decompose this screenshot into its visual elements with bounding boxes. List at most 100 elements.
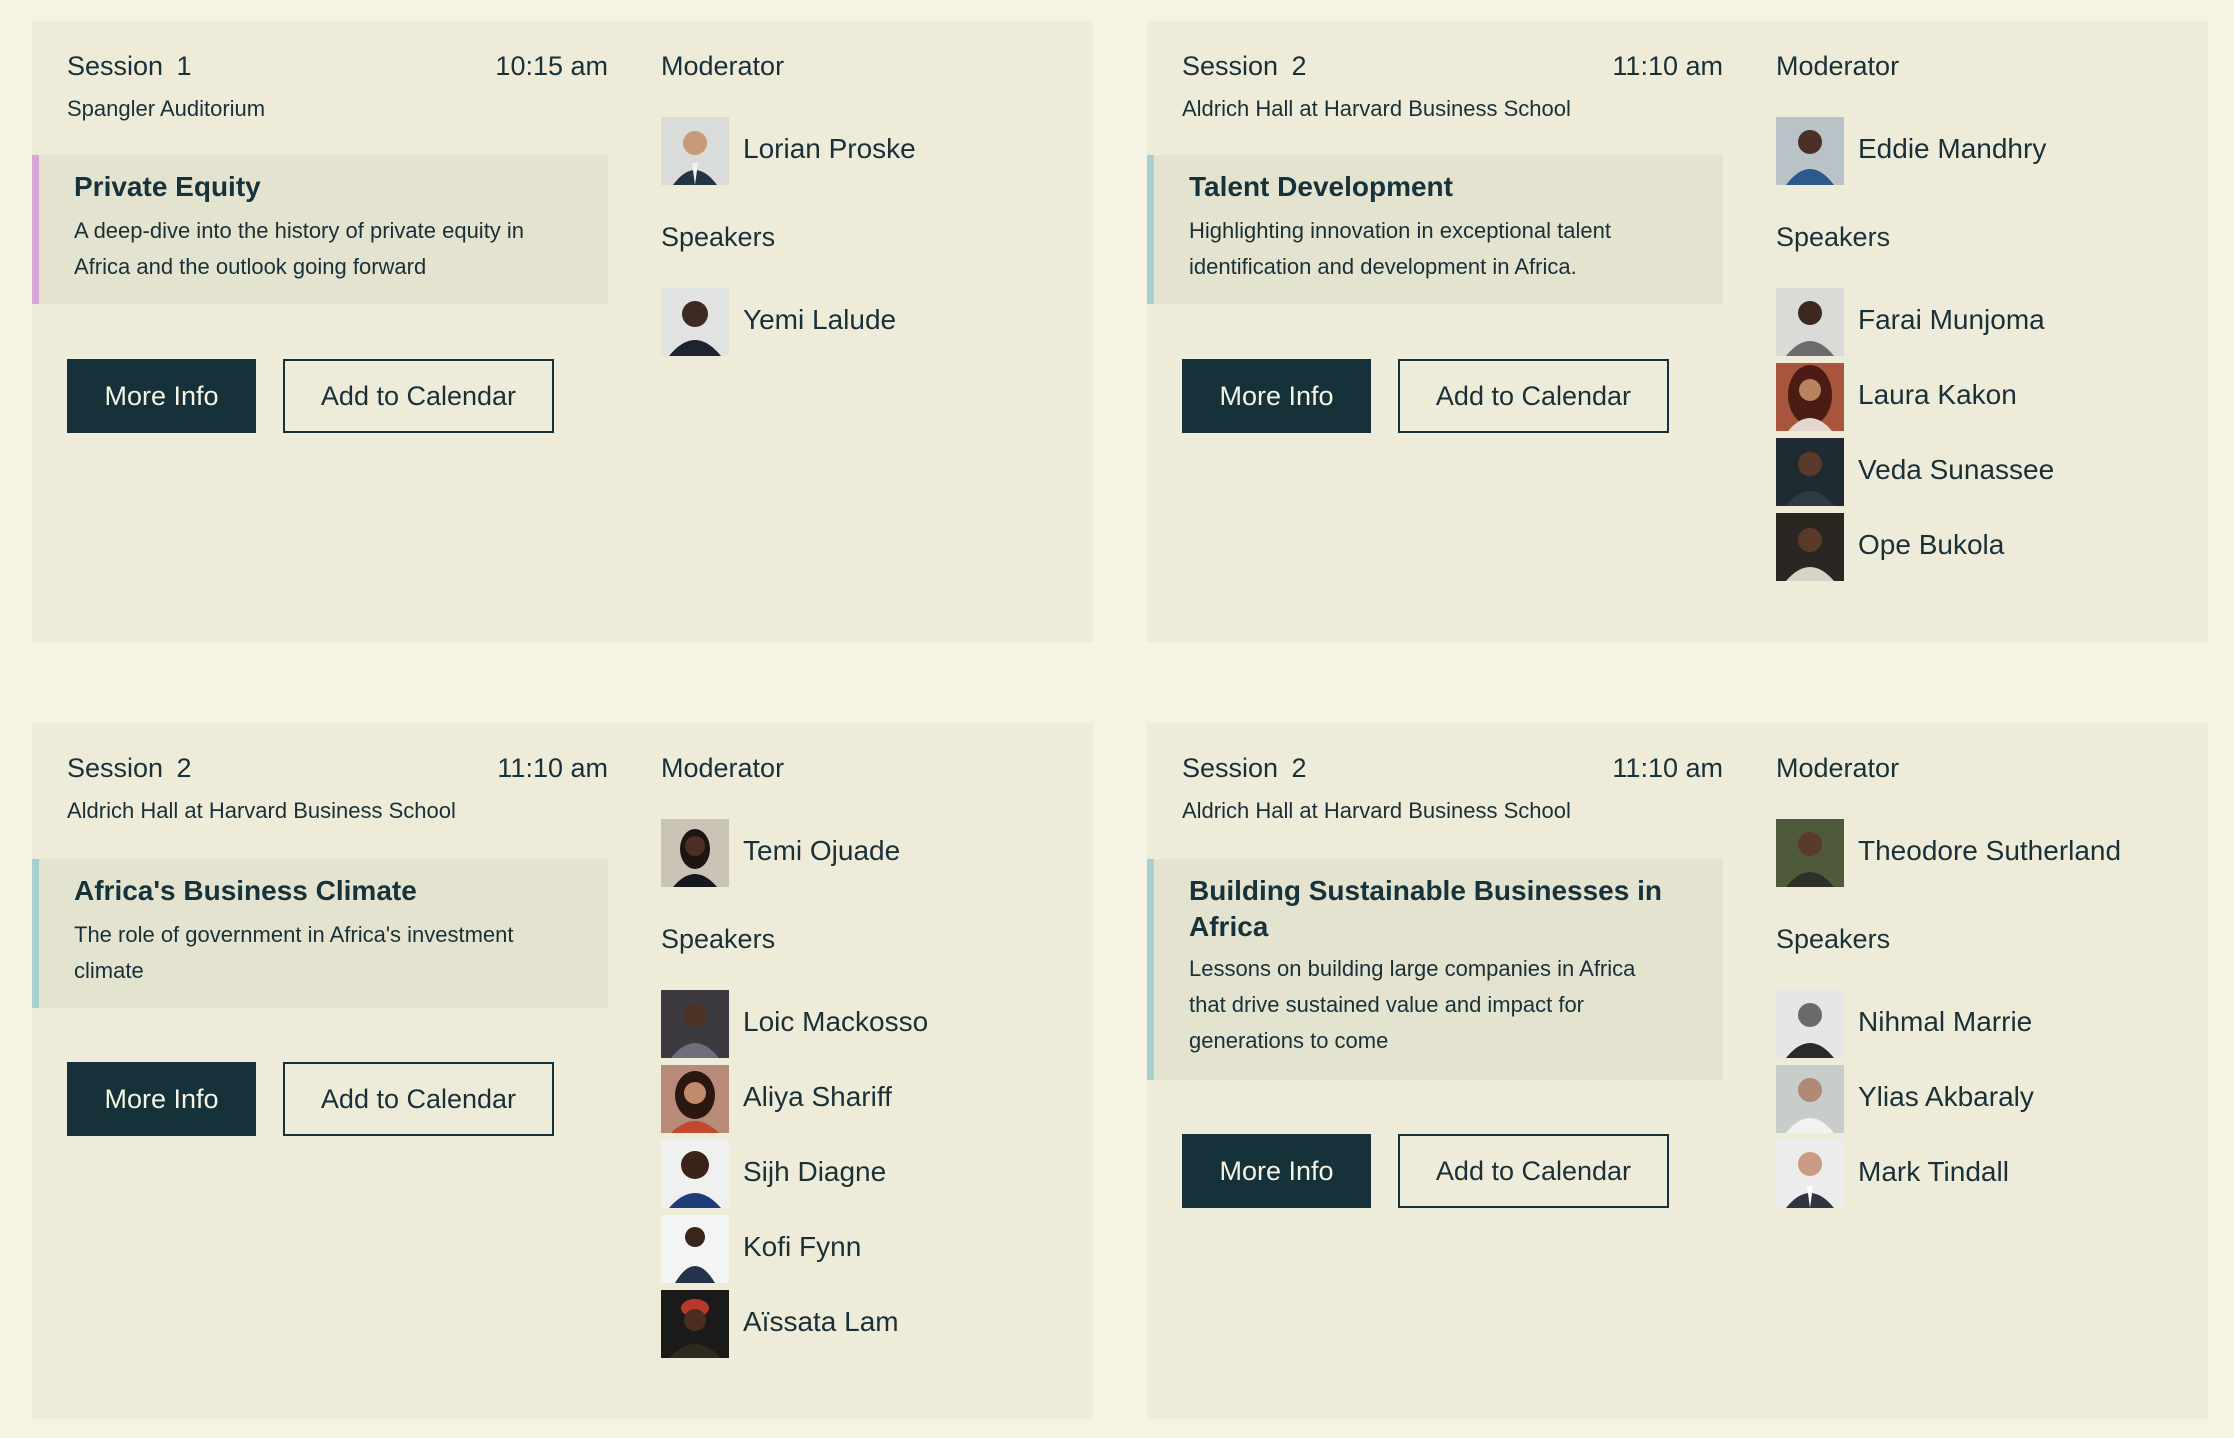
session-label: Session 1 [67, 51, 192, 81]
speaker-entry: Aliya Shariff [661, 1065, 1081, 1133]
session-time: 11:10 am [497, 753, 608, 783]
moderator-entry: Lorian Proske [661, 117, 1081, 185]
moderator-heading: Moderator [1776, 51, 1900, 81]
topic-description: A deep-dive into the history of private … [74, 213, 588, 285]
avatar [1776, 1140, 1844, 1208]
avatar [661, 819, 729, 887]
topic-title: Talent Development [1189, 171, 1453, 202]
moderator-heading: Moderator [661, 753, 785, 783]
avatar [661, 288, 729, 356]
session-label: Session 2 [67, 753, 192, 783]
session-time: 11:10 am [1612, 51, 1723, 81]
speaker-entry: Farai Munjoma [1776, 288, 2196, 356]
topic-box: Building Sustainable Businesses in Afric… [1147, 859, 1723, 1080]
speaker-name[interactable]: Aliya Shariff [743, 1081, 892, 1113]
session-header: Session 2 11:10 am [1182, 51, 1723, 91]
topic-description: Highlighting innovation in exceptional t… [1189, 213, 1703, 285]
speaker-name[interactable]: Nihmal Marrie [1858, 1006, 2032, 1038]
moderator-name[interactable]: Eddie Mandhry [1858, 133, 2046, 165]
topic-description-line: Lessons on building large companies in A… [1189, 956, 1636, 981]
speaker-name[interactable]: Laura Kakon [1858, 379, 2017, 411]
session-card: Session 2 11:10 am Aldrich Hall at Harva… [32, 723, 1093, 1419]
session-label: Session 2 [1182, 51, 1307, 81]
session-card: Session 1 10:15 am Spangler Auditorium P… [32, 21, 1093, 642]
moderator-name[interactable]: Lorian Proske [743, 133, 916, 165]
speakers-heading: Speakers [1776, 924, 1891, 954]
session-header: Session 2 11:10 am [1182, 753, 1723, 793]
topic-description-line: that drive sustained value and impact fo… [1189, 992, 1585, 1017]
speakers-heading: Speakers [1776, 222, 1891, 252]
session-venue: Aldrich Hall at Harvard Business School [1182, 798, 1571, 823]
session-label: Session 2 [1182, 753, 1307, 783]
avatar [1776, 438, 1844, 506]
speaker-entry: Kofi Fynn [661, 1215, 1081, 1283]
avatar [661, 1065, 729, 1133]
session-card: Session 2 11:10 am Aldrich Hall at Harva… [1147, 21, 2208, 642]
speaker-name[interactable]: Farai Munjoma [1858, 304, 2045, 336]
session-card: Session 2 11:10 am Aldrich Hall at Harva… [1147, 723, 2208, 1419]
speaker-entry: Loic Mackosso [661, 990, 1081, 1058]
speaker-name[interactable]: Yemi Lalude [743, 304, 896, 336]
topic-description-line: identification and development in Africa… [1189, 254, 1577, 279]
session-header: Session 2 11:10 am [67, 753, 608, 793]
speaker-entry: Ylias Akbaraly [1776, 1065, 2196, 1133]
avatar [1776, 117, 1844, 185]
moderator-name[interactable]: Temi Ojuade [743, 835, 900, 867]
topic-description: The role of government in Africa's inves… [74, 917, 588, 989]
speaker-name[interactable]: Ylias Akbaraly [1858, 1081, 2034, 1113]
speaker-name[interactable]: Ope Bukola [1858, 529, 2004, 561]
add-to-calendar-button[interactable]: Add to Calendar [283, 359, 554, 433]
topic-title: Building Sustainable Businesses in Afric… [1189, 873, 1703, 945]
moderator-heading: Moderator [1776, 753, 1900, 783]
avatar [661, 1140, 729, 1208]
speaker-name[interactable]: Mark Tindall [1858, 1156, 2009, 1188]
topic-description-line: A deep-dive into the history of private … [74, 218, 525, 243]
moderator-entry: Theodore Sutherland [1776, 819, 2196, 887]
speaker-name[interactable]: Veda Sunassee [1858, 454, 2054, 486]
session-venue: Spangler Auditorium [67, 96, 266, 121]
more-info-button[interactable]: More Info [67, 359, 256, 433]
speaker-entry: Ope Bukola [1776, 513, 2196, 581]
speaker-name[interactable]: Kofi Fynn [743, 1231, 861, 1263]
moderator-entry: Eddie Mandhry [1776, 117, 2196, 185]
add-to-calendar-button[interactable]: Add to Calendar [1398, 359, 1669, 433]
avatar [1776, 1065, 1844, 1133]
avatar [1776, 990, 1844, 1058]
speaker-name[interactable]: Loic Mackosso [743, 1006, 928, 1038]
avatar [661, 990, 729, 1058]
speaker-entry: Laura Kakon [1776, 363, 2196, 431]
avatar [661, 1215, 729, 1283]
session-header: Session 1 10:15 am [67, 51, 608, 91]
speaker-entry: Aïssata Lam [661, 1290, 1081, 1358]
speaker-name[interactable]: Sijh Diagne [743, 1156, 886, 1188]
topic-description-line: climate [74, 958, 144, 983]
topic-box: Talent Development Highlighting innovati… [1147, 155, 1723, 304]
topic-title: Africa's Business Climate [74, 875, 417, 906]
add-to-calendar-button[interactable]: Add to Calendar [283, 1062, 554, 1136]
speaker-name[interactable]: Aïssata Lam [743, 1306, 899, 1338]
topic-description: Lessons on building large companies in A… [1189, 951, 1703, 1059]
moderator-entry: Temi Ojuade [661, 819, 1081, 887]
speaker-entry: Mark Tindall [1776, 1140, 2196, 1208]
speaker-entry: Sijh Diagne [661, 1140, 1081, 1208]
avatar [661, 1290, 729, 1358]
topic-title: Private Equity [74, 171, 261, 202]
session-venue: Aldrich Hall at Harvard Business School [67, 798, 456, 823]
session-venue: Aldrich Hall at Harvard Business School [1182, 96, 1571, 121]
topic-box: Private Equity A deep-dive into the hist… [32, 155, 608, 304]
avatar [1776, 819, 1844, 887]
speakers-heading: Speakers [661, 222, 776, 252]
topic-description-line: Highlighting innovation in exceptional t… [1189, 218, 1611, 243]
topic-title-line: Building Sustainable Businesses in [1189, 875, 1662, 906]
topic-title-line: Africa [1189, 911, 1269, 942]
more-info-button[interactable]: More Info [1182, 1134, 1371, 1208]
topic-description-line: Africa and the outlook going forward [74, 254, 427, 279]
session-time: 11:10 am [1612, 753, 1723, 783]
moderator-heading: Moderator [661, 51, 785, 81]
add-to-calendar-button[interactable]: Add to Calendar [1398, 1134, 1669, 1208]
session-time: 10:15 am [495, 51, 608, 81]
moderator-name[interactable]: Theodore Sutherland [1858, 835, 2121, 867]
more-info-button[interactable]: More Info [67, 1062, 256, 1136]
more-info-button[interactable]: More Info [1182, 359, 1371, 433]
speakers-heading: Speakers [661, 924, 776, 954]
